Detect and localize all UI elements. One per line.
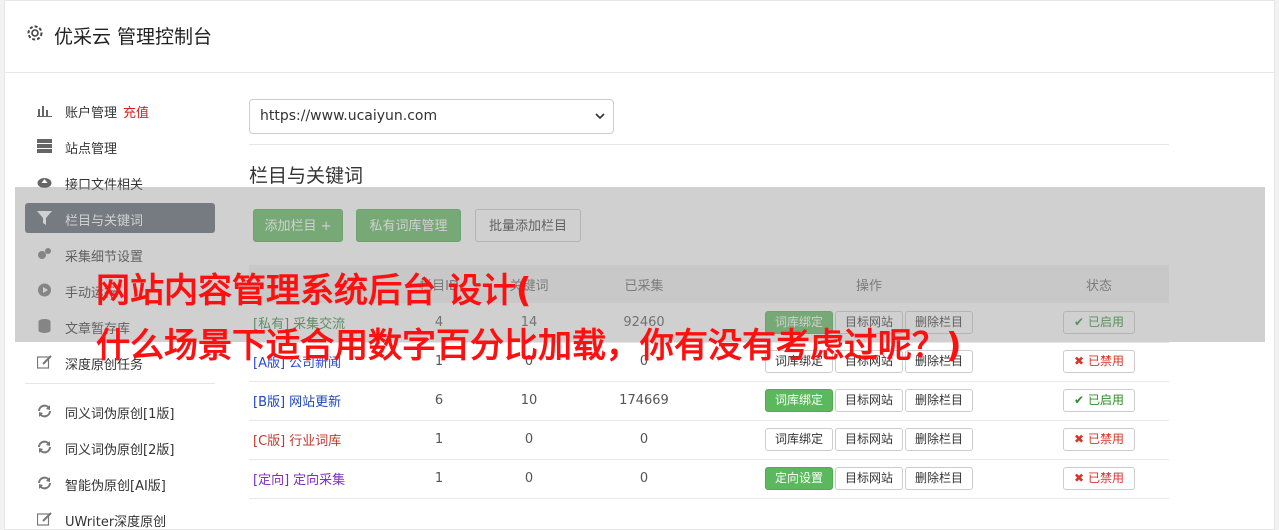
column-name-cell[interactable]: [B版] 网站更新 xyxy=(249,381,399,421)
status-label: 已启用 xyxy=(1087,393,1124,407)
sidebar-item-account[interactable]: 账户管理 充值 xyxy=(25,95,215,125)
column-tag: [C版] xyxy=(253,434,286,449)
target-site-button[interactable]: 目标网站 xyxy=(834,389,903,412)
target-site-button[interactable]: 目标网站 xyxy=(834,428,903,451)
check-icon: ✔ xyxy=(1074,393,1085,407)
delete-column-button[interactable]: 删除栏目 xyxy=(905,389,974,412)
refresh-icon xyxy=(38,476,51,490)
site-select[interactable]: https://www.ucaiyun.com xyxy=(249,99,614,134)
keyword-count-cell[interactable]: 0 xyxy=(479,420,579,460)
collected-count-cell: 174669 xyxy=(579,381,709,421)
close-icon: ✖ xyxy=(1074,471,1085,485)
close-icon: ✖ xyxy=(1074,432,1085,446)
sidebar-item-sites[interactable]: 站点管理 xyxy=(25,131,215,161)
sidebar-item-uwriter[interactable]: UWriter深度原创 xyxy=(25,504,215,530)
section-title: 栏目与关键词 xyxy=(249,165,364,187)
status-toggle-button[interactable]: ✖ 已禁用 xyxy=(1063,467,1135,490)
status-label: 已禁用 xyxy=(1087,471,1124,485)
refresh-icon xyxy=(38,404,51,418)
table-row: [定向] 定向采集 1 0 0 定向设置 目标网站 删除栏目 ✖ 已禁用 xyxy=(249,459,1169,499)
overlay-headline: 网站内容管理系统后台 设计( 什么场景下适合用数字百分比加载，你有没有考虑过呢？… xyxy=(96,271,962,366)
refresh-icon xyxy=(38,440,51,454)
status-cell: ✔ 已启用 xyxy=(1029,381,1169,421)
column-name[interactable]: 网站更新 xyxy=(289,395,341,410)
site-select-value: https://www.ucaiyun.com xyxy=(260,108,438,124)
sidebar-divider xyxy=(25,383,215,384)
status-cell: ✖ 已禁用 xyxy=(1029,459,1169,499)
collected-count-cell: 0 xyxy=(579,459,709,499)
actions-cell: 词库绑定 目标网站 删除栏目 xyxy=(709,381,1029,421)
column-tag: [B版] xyxy=(253,395,286,410)
column-name-cell[interactable]: [C版] 行业词库 xyxy=(249,420,399,460)
sidebar-item-label: 站点管理 xyxy=(65,142,118,157)
app-title: 优采云 管理控制台 xyxy=(54,26,213,48)
sidebar-item-label: 账户管理 xyxy=(65,106,118,121)
sidebar-item-synonym-v2[interactable]: 同义词伪原创[2版] xyxy=(25,432,215,462)
gear-icon xyxy=(27,25,43,41)
lexicon-bind-button[interactable]: 词库绑定 xyxy=(764,389,833,412)
bar-chart-icon xyxy=(37,106,52,117)
sidebar-item-label: 同义词伪原创[2版] xyxy=(65,443,175,458)
sidebar-item-label: 智能伪原创[AI版] xyxy=(65,479,166,494)
column-name[interactable]: 行业词库 xyxy=(289,434,341,449)
status-label: 已禁用 xyxy=(1087,432,1124,446)
keyword-count-cell[interactable]: 10 xyxy=(479,381,579,421)
actions-cell: 词库绑定 目标网站 删除栏目 xyxy=(709,420,1029,460)
actions-cell: 定向设置 目标网站 删除栏目 xyxy=(709,459,1029,499)
delete-column-button[interactable]: 删除栏目 xyxy=(905,467,974,490)
sidebar-item-label: UWriter深度原创 xyxy=(65,515,167,530)
divider xyxy=(249,144,1169,145)
column-id-cell: 6 xyxy=(399,381,479,421)
lexicon-bind-button[interactable]: 词库绑定 xyxy=(764,428,833,451)
column-id-cell: 1 xyxy=(399,420,479,460)
status-toggle-button[interactable]: ✖ 已禁用 xyxy=(1063,428,1135,451)
target-site-button[interactable]: 目标网站 xyxy=(834,467,903,490)
keyword-count-cell[interactable]: 0 xyxy=(479,459,579,499)
table-row: [C版] 行业词库 1 0 0 词库绑定 目标网站 删除栏目 ✖ 已禁用 xyxy=(249,420,1169,460)
server-icon xyxy=(37,139,52,153)
lexicon-bind-button[interactable]: 定向设置 xyxy=(764,467,833,490)
column-id-cell: 1 xyxy=(399,459,479,499)
sidebar-item-smart-ai[interactable]: 智能伪原创[AI版] xyxy=(25,468,215,498)
app-header: 优采云 管理控制台 xyxy=(5,1,1274,73)
sidebar-item-label: 同义词伪原创[1版] xyxy=(65,407,175,422)
status-cell: ✖ 已禁用 xyxy=(1029,420,1169,460)
delete-column-button[interactable]: 删除栏目 xyxy=(905,428,974,451)
chevron-down-icon xyxy=(595,113,605,120)
column-name[interactable]: 定向采集 xyxy=(293,473,345,488)
edit-icon xyxy=(37,512,52,526)
sidebar-item-synonym-v1[interactable]: 同义词伪原创[1版] xyxy=(25,396,215,426)
column-name-cell[interactable]: [定向] 定向采集 xyxy=(249,459,399,499)
collected-count-cell: 0 xyxy=(579,420,709,460)
status-toggle-button[interactable]: ✔ 已启用 xyxy=(1063,389,1135,412)
table-row: [B版] 网站更新 6 10 174669 词库绑定 目标网站 删除栏目 ✔ 已启用 xyxy=(249,381,1169,421)
recharge-link[interactable]: 充值 xyxy=(123,106,149,121)
column-tag: [定向] xyxy=(253,473,290,488)
edit-icon xyxy=(37,355,52,369)
